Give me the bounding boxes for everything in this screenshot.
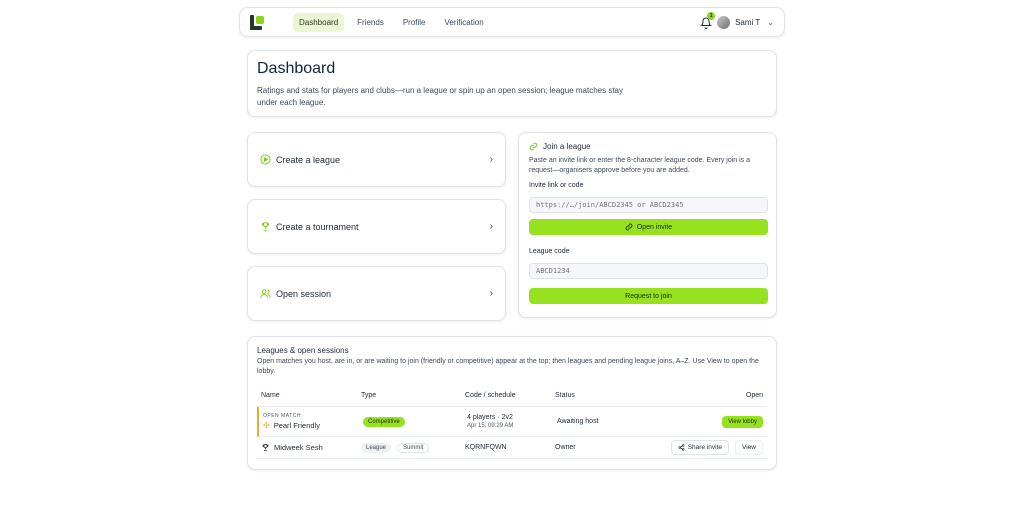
page-title: Dashboard — [257, 60, 336, 77]
row-code: 4 players · 2v2 — [467, 414, 513, 421]
view-button[interactable]: View — [735, 440, 763, 455]
chevron-right-icon: › — [489, 154, 493, 165]
nav-link-dashboard[interactable]: Dashboard — [293, 12, 345, 32]
dashboard-header: Dashboard Ratings and stats for players … — [247, 50, 777, 117]
row-actions: Share invite View — [645, 440, 763, 455]
league-code-input[interactable] — [529, 263, 768, 279]
type-badge: Competitive — [363, 416, 405, 427]
join-league-card: Join a league Paste an invite link or en… — [518, 132, 777, 318]
col-status: Status — [555, 392, 575, 399]
share-icon — [678, 444, 685, 451]
chevron-down-icon[interactable]: ⌄ — [767, 18, 774, 27]
create-tournament-card[interactable]: Create a tournament › — [247, 199, 506, 254]
top-navbar: Dashboard Friends Profile Verification 1… — [239, 7, 785, 37]
table-row: Midweek Sesh League Summit KQRNFQWN Owne… — [257, 437, 767, 459]
notification-bell-icon[interactable]: 1 — [699, 12, 716, 29]
open-invite-button[interactable]: Open invite — [529, 219, 768, 235]
invite-field-label: Invite link or code — [529, 182, 584, 189]
users-icon — [260, 289, 271, 298]
status-badge: Owner — [555, 444, 576, 451]
page-description: Ratings and stats for players and clubs—… — [257, 86, 623, 107]
row-name-cell: OPEN MATCH ✣ Pearl Friendly — [263, 413, 363, 430]
trophy-icon — [261, 222, 270, 231]
join-league-heading: Join a league — [529, 142, 766, 151]
nav-link-verification[interactable]: Verification — [439, 13, 490, 32]
join-league-title: Join a league — [543, 142, 591, 151]
request-to-join-label: Request to join — [625, 292, 672, 300]
sparkle-icon: ✣ — [263, 421, 270, 430]
link-icon — [625, 223, 633, 231]
tier-badge: Summit — [396, 442, 430, 453]
row-name-cell: Midweek Sesh — [261, 443, 361, 452]
row-code: KQRNFQWN — [465, 444, 507, 451]
chevron-right-icon: › — [489, 288, 493, 299]
create-league-card[interactable]: Create a league › — [247, 132, 506, 187]
play-circle-icon — [260, 154, 271, 165]
row-actions: View lobby — [647, 415, 763, 428]
leagues-sessions-card: Leagues & open sessions Open matches you… — [247, 336, 777, 470]
leagues-description: Open matches you host, are in, or are wa… — [257, 358, 759, 375]
nav-link-friends[interactable]: Friends — [351, 13, 390, 32]
open-session-label: Open session — [276, 288, 332, 299]
link-icon — [529, 142, 538, 151]
share-invite-label: Share invite — [687, 444, 723, 451]
share-invite-button[interactable]: Share invite — [670, 440, 730, 455]
type-badge: League — [361, 442, 392, 453]
open-session-card[interactable]: Open session › — [247, 266, 506, 321]
row-type-cell: League Summit — [361, 442, 465, 453]
open-invite-label: Open invite — [636, 223, 673, 231]
row-code-cell: 4 players · 2v2 Apr 15, 09:29 AM — [467, 414, 557, 429]
row-name: Pearl Friendly — [273, 421, 320, 430]
row-name: Midweek Sesh — [274, 443, 323, 452]
nav-link-profile[interactable]: Profile — [397, 13, 432, 32]
col-open: Open — [745, 392, 763, 399]
invite-input[interactable] — [529, 197, 768, 213]
join-league-description: Paste an invite link or enter the 8-char… — [529, 157, 751, 174]
open-match-tag: OPEN MATCH — [263, 413, 301, 419]
trophy-icon — [262, 444, 269, 451]
app-logo[interactable] — [250, 14, 265, 30]
user-name[interactable]: Sami T — [735, 18, 760, 27]
notification-badge: 1 — [707, 12, 716, 20]
view-lobby-button[interactable]: View lobby — [722, 415, 763, 428]
code-field-label: League code — [529, 248, 570, 255]
table-row: OPEN MATCH ✣ Pearl Friendly Competitive … — [257, 407, 767, 437]
avatar[interactable] — [717, 15, 731, 29]
col-type: Type — [361, 392, 377, 399]
row-schedule: Apr 15, 09:29 AM — [467, 423, 514, 429]
request-to-join-button[interactable]: Request to join — [529, 288, 768, 304]
row-type-cell: Competitive — [363, 416, 467, 427]
leagues-title: Leagues & open sessions — [257, 346, 349, 355]
chevron-right-icon: › — [489, 221, 493, 232]
col-code-schedule: Code / schedule — [465, 392, 516, 399]
table-header: Name Type Code / schedule Status Open — [257, 385, 767, 407]
create-league-label: Create a league — [276, 154, 341, 165]
col-name: Name — [261, 392, 280, 399]
status-badge: Awaiting host — [557, 418, 599, 425]
create-tournament-label: Create a tournament — [276, 221, 359, 232]
